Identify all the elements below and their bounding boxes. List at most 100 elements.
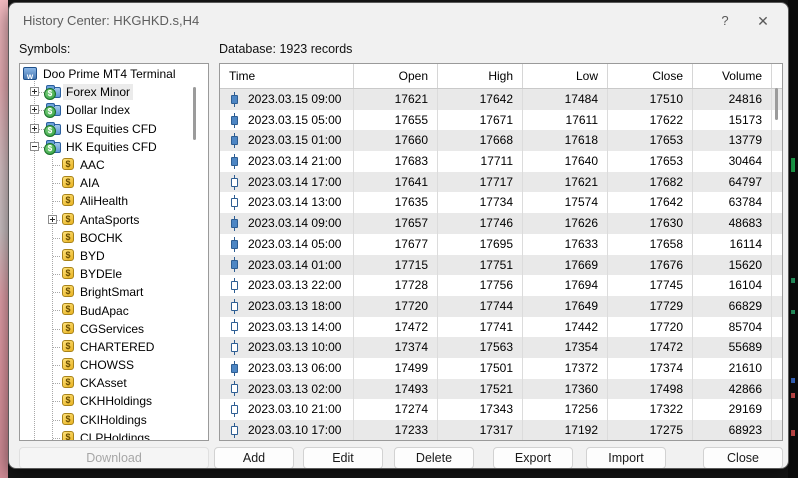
- table-row[interactable]: 2023.03.14 05:00 17677 17695 17633 17658…: [220, 234, 782, 255]
- cell-low: 17626: [523, 213, 608, 234]
- tree-item[interactable]: BrightSmart: [20, 283, 208, 301]
- tree-item[interactable]: HK Equities CFD: [20, 138, 208, 156]
- tree-item[interactable]: Forex Minor: [20, 83, 208, 101]
- cell-volume: 21610: [693, 358, 772, 379]
- cell-time: 2023.03.13 18:00: [248, 296, 341, 317]
- cell-low: 17360: [523, 379, 608, 400]
- table-row[interactable]: 2023.03.13 22:00 17728 17756 17694 17745…: [220, 275, 782, 296]
- tree-item[interactable]: BYDEle: [20, 265, 208, 283]
- col-header-open[interactable]: Open: [354, 64, 438, 88]
- import-button[interactable]: Import: [586, 447, 666, 469]
- table-scrollbar-thumb[interactable]: [775, 88, 778, 120]
- table-row[interactable]: 2023.03.13 14:00 17472 17741 17442 17720…: [220, 317, 782, 338]
- close-icon[interactable]: ✕: [750, 9, 776, 33]
- candle-icon: [230, 402, 239, 417]
- tree-item-label: BOCHK: [77, 230, 126, 246]
- table-row[interactable]: 2023.03.14 17:00 17641 17717 17621 17682…: [220, 172, 782, 193]
- tree-item[interactable]: AntaSports: [20, 211, 208, 229]
- expand-toggle-icon[interactable]: [30, 142, 39, 151]
- table-row[interactable]: 2023.03.13 06:00 17499 17501 17372 17374…: [220, 358, 782, 379]
- candle-mark: [791, 278, 795, 283]
- tree-item-label: Dollar Index: [63, 102, 133, 118]
- cell-open: 17233: [354, 420, 438, 441]
- candle-icon: [230, 92, 239, 107]
- tree-item[interactable]: BYD: [20, 247, 208, 265]
- edit-button[interactable]: Edit: [303, 447, 383, 469]
- candle-mark: [791, 158, 795, 172]
- coin-icon: [62, 376, 74, 388]
- export-button[interactable]: Export: [493, 447, 573, 469]
- cell-high: 17751: [438, 255, 523, 276]
- col-header-volume[interactable]: Volume: [693, 64, 772, 88]
- cell-high: 17744: [438, 296, 523, 317]
- cell-volume: 29169: [693, 399, 772, 420]
- tree-item[interactable]: CKAsset: [20, 374, 208, 392]
- tree-item-label: CHOWSS: [77, 357, 137, 373]
- cell-time: 2023.03.13 22:00: [248, 275, 341, 296]
- tree-item[interactable]: BudApac: [20, 301, 208, 319]
- cell-low: 17621: [523, 172, 608, 193]
- cell-open: 17472: [354, 317, 438, 338]
- col-header-high[interactable]: High: [438, 64, 523, 88]
- table-row[interactable]: 2023.03.15 05:00 17655 17671 17611 17622…: [220, 110, 782, 131]
- cell-time: 2023.03.14 05:00: [248, 234, 341, 255]
- tree-item[interactable]: Dollar Index: [20, 101, 208, 119]
- col-header-time[interactable]: Time: [220, 64, 354, 88]
- tree-item[interactable]: US Equities CFD: [20, 120, 208, 138]
- expand-toggle-icon[interactable]: [30, 105, 39, 114]
- tree-item-label: BudApac: [77, 303, 132, 319]
- col-header-low[interactable]: Low: [523, 64, 608, 88]
- table-row[interactable]: 2023.03.14 09:00 17657 17746 17626 17630…: [220, 213, 782, 234]
- coin-icon: [62, 394, 74, 406]
- help-icon[interactable]: ?: [712, 9, 738, 33]
- coin-icon: [62, 413, 74, 425]
- download-button[interactable]: Download: [19, 447, 209, 469]
- expand-toggle-icon[interactable]: [48, 215, 57, 224]
- col-header-close[interactable]: Close: [608, 64, 693, 88]
- tree-scrollbar-thumb[interactable]: [193, 87, 196, 140]
- candle-icon: [230, 299, 239, 314]
- symbols-label: Symbols:: [19, 42, 70, 56]
- titlebar[interactable]: History Center: HKGHKD.s,H4 ? ✕: [9, 3, 788, 39]
- table-row[interactable]: 2023.03.15 09:00 17621 17642 17484 17510…: [220, 89, 782, 110]
- tree-item-label: AliHealth: [77, 193, 131, 209]
- tree-item[interactable]: AAC: [20, 156, 208, 174]
- candle-icon: [230, 237, 239, 252]
- tree-item[interactable]: Doo Prime MT4 Terminal: [20, 65, 208, 83]
- tree-item-label: AAC: [77, 157, 108, 173]
- table-row[interactable]: 2023.03.13 02:00 17493 17521 17360 17498…: [220, 379, 782, 400]
- symbols-tree-panel: Doo Prime MT4 Terminal Forex Minor Dolla…: [19, 63, 209, 441]
- cell-close: 17729: [608, 296, 693, 317]
- table-row[interactable]: 2023.03.14 01:00 17715 17751 17669 17676…: [220, 255, 782, 276]
- tree-item[interactable]: CGServices: [20, 320, 208, 338]
- history-table-body: 2023.03.15 09:00 17621 17642 17484 17510…: [220, 89, 782, 441]
- tree-item[interactable]: CKIHoldings: [20, 411, 208, 429]
- tree-item[interactable]: CHOWSS: [20, 356, 208, 374]
- tree-item[interactable]: CHARTERED: [20, 338, 208, 356]
- expand-toggle-icon[interactable]: [30, 87, 39, 96]
- tree-item[interactable]: BOCHK: [20, 229, 208, 247]
- cell-open: 17660: [354, 130, 438, 151]
- cell-low: 17618: [523, 130, 608, 151]
- cell-low: 17354: [523, 337, 608, 358]
- cell-volume: 30464: [693, 151, 772, 172]
- tree-item[interactable]: CKHHoldings: [20, 392, 208, 410]
- add-button[interactable]: Add: [214, 447, 294, 469]
- close-button[interactable]: Close: [703, 447, 783, 469]
- table-row[interactable]: 2023.03.15 01:00 17660 17668 17618 17653…: [220, 130, 782, 151]
- cell-time: 2023.03.14 01:00: [248, 255, 341, 276]
- candle-icon: [230, 216, 239, 231]
- table-row[interactable]: 2023.03.14 21:00 17683 17711 17640 17653…: [220, 151, 782, 172]
- table-row[interactable]: 2023.03.10 17:00 17233 17317 17192 17275…: [220, 420, 782, 441]
- delete-button[interactable]: Delete: [394, 447, 474, 469]
- table-row[interactable]: 2023.03.13 18:00 17720 17744 17649 17729…: [220, 296, 782, 317]
- table-row[interactable]: 2023.03.13 10:00 17374 17563 17354 17472…: [220, 337, 782, 358]
- tree-item[interactable]: AliHealth: [20, 192, 208, 210]
- tree-item-label: AIA: [77, 175, 102, 191]
- table-row[interactable]: 2023.03.10 21:00 17274 17343 17256 17322…: [220, 399, 782, 420]
- cell-high: 17746: [438, 213, 523, 234]
- table-row[interactable]: 2023.03.14 13:00 17635 17734 17574 17642…: [220, 192, 782, 213]
- tree-item[interactable]: AIA: [20, 174, 208, 192]
- expand-toggle-icon[interactable]: [30, 124, 39, 133]
- tree-item[interactable]: CLPHoldings: [20, 429, 208, 440]
